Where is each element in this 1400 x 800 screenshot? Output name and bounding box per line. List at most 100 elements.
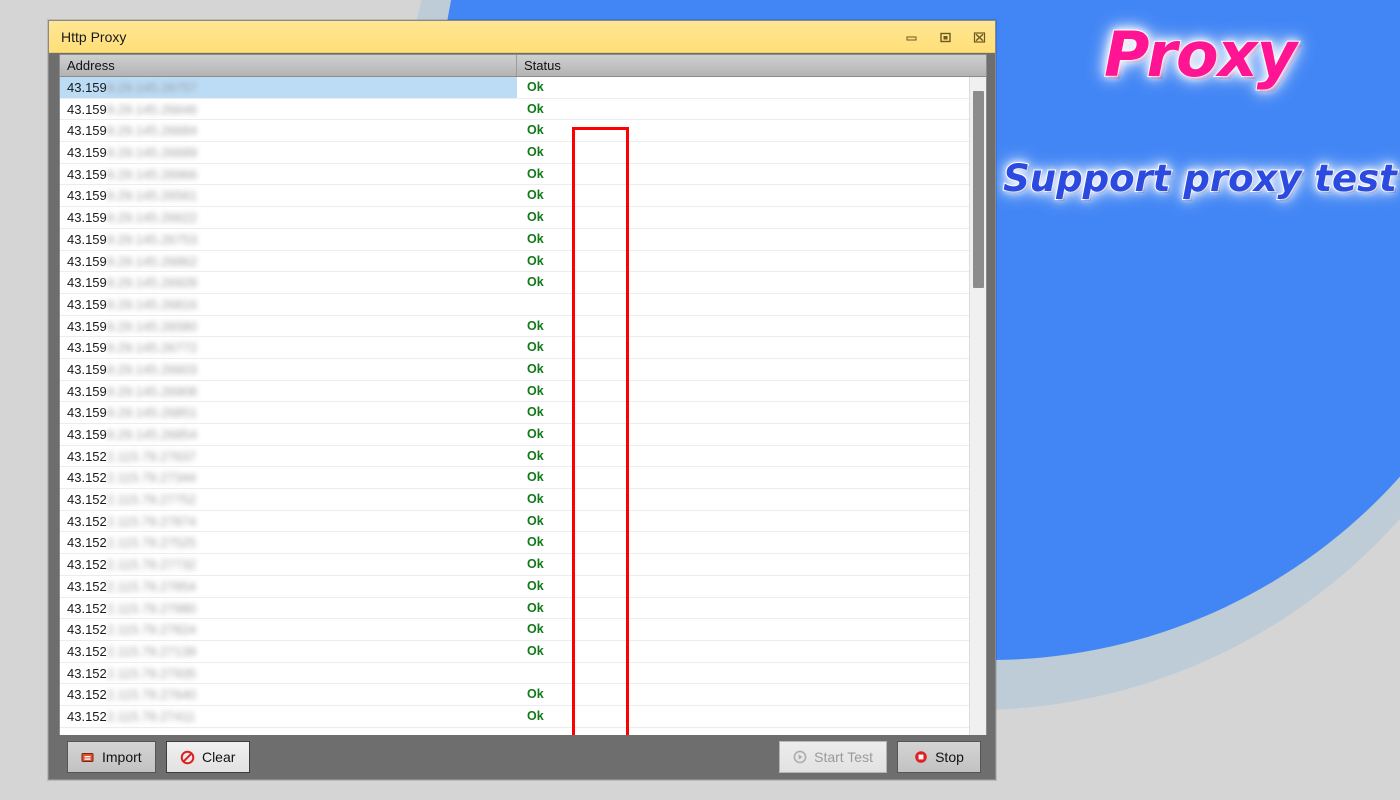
cell-address: 43.1599.29.145.26816	[60, 294, 517, 315]
table-row[interactable]: 43.1522.115.79.27139 Ok	[60, 641, 970, 663]
stop-button[interactable]: Stop	[897, 741, 981, 773]
table-row[interactable]: 43.1599.29.145.26603 Ok	[60, 359, 970, 381]
table-row[interactable]: 43.1599.29.145.26622 Ok	[60, 207, 970, 229]
address-visible-prefix: 43.152	[67, 643, 107, 659]
table-row[interactable]: 43.1522.115.79.27824 Ok	[60, 619, 970, 641]
cell-status: Ok	[527, 318, 544, 333]
address-redacted-suffix: 9.29.145.26646	[106, 101, 198, 117]
address-visible-prefix: 43.159	[67, 383, 107, 399]
cell-status: Ok	[527, 123, 544, 138]
address-redacted-suffix: 2.115.79.27874	[106, 513, 197, 529]
cell-status: Ok	[527, 80, 544, 94]
address-redacted-suffix: 9.29.145.26753	[106, 231, 198, 247]
cell-status: Ok	[527, 622, 544, 637]
table-row[interactable]: 43.1522.115.79.27854 Ok	[60, 576, 970, 598]
address-visible-prefix: 43.159	[67, 145, 107, 161]
table-row[interactable]: 43.1522.115.79.27752 Ok	[60, 489, 970, 511]
import-button[interactable]: Import	[67, 741, 156, 773]
table-row[interactable]: 43.1522.115.79.27935	[60, 663, 970, 685]
address-visible-prefix: 43.159	[67, 427, 107, 442]
cell-address: 43.1522.115.79.27980	[60, 598, 517, 619]
cell-address: 43.1599.29.145.26561	[60, 185, 517, 206]
table-row[interactable]: 43.1599.29.145.26966 Ok	[60, 164, 970, 186]
cell-address: 43.1599.29.145.26757	[60, 77, 517, 98]
window-title: Http Proxy	[61, 28, 127, 45]
cell-status: Ok	[527, 600, 544, 615]
table-row[interactable]: 43.1522.115.79.27411 Ok	[60, 706, 970, 728]
table-row[interactable]: 43.1599.29.145.26908 Ok	[60, 381, 970, 403]
table-row[interactable]: 43.1599.29.145.26684 Ok	[60, 120, 970, 143]
minimize-icon[interactable]	[903, 29, 919, 45]
cell-address: 43.1599.29.145.26753	[60, 229, 517, 250]
address-redacted-suffix: 2.115.79.27344	[106, 470, 197, 486]
address-visible-prefix: 43.159	[67, 80, 107, 95]
table-row[interactable]: 43.1599.29.145.26689 Ok	[60, 142, 970, 164]
cell-status: Ok	[527, 275, 544, 290]
address-redacted-suffix: 9.29.145.26908	[106, 383, 198, 399]
address-visible-prefix: 43.152	[67, 448, 107, 464]
cell-address: 43.1599.29.145.26908	[60, 381, 517, 402]
cell-status: Ok	[527, 101, 544, 116]
address-visible-prefix: 43.152	[67, 665, 107, 681]
column-header-address[interactable]: Address	[60, 55, 517, 76]
window-footer: Import Clear Start Test Stop	[49, 735, 995, 779]
table-row[interactable]: 43.1599.29.145.26646 Ok	[60, 99, 970, 121]
maximize-icon[interactable]	[937, 29, 953, 45]
address-redacted-suffix: 9.29.145.26851	[106, 405, 198, 421]
close-icon[interactable]	[971, 29, 987, 45]
window-titlebar[interactable]: Http Proxy	[49, 21, 995, 53]
table-row[interactable]: 43.1599.29.145.26580 Ok	[60, 316, 970, 338]
start-test-button[interactable]: Start Test	[779, 741, 887, 773]
cell-status	[517, 663, 970, 684]
cell-address: 43.1522.115.79.27344	[60, 467, 517, 488]
cell-address: 43.1599.29.145.26862	[60, 251, 517, 272]
address-visible-prefix: 43.152	[67, 557, 107, 573]
table-row[interactable]: 43.1522.115.79.27874 Ok	[60, 511, 970, 533]
list-body[interactable]: 43.1599.29.145.26757 Ok 43.1599.29.145.266…	[60, 77, 970, 735]
cell-address: 43.1599.29.145.26580	[60, 316, 517, 337]
cell-status: Ok	[527, 188, 544, 203]
clear-button-label: Clear	[201, 749, 236, 765]
table-row[interactable]: 43.1599.29.145.26753 Ok	[60, 229, 970, 251]
table-row[interactable]: 43.1599.29.145.26772 Ok	[60, 337, 970, 359]
table-row[interactable]: 43.1522.115.79.27732 Ok	[60, 554, 970, 576]
table-row[interactable]: 43.1599.29.145.26862 Ok	[60, 251, 970, 273]
table-row[interactable]: 43.1522.115.79.27637 Ok	[60, 446, 970, 468]
cell-address: 43.1599.29.145.26928	[60, 272, 517, 293]
list-scrollbar[interactable]	[969, 77, 986, 735]
scrollbar-thumb[interactable]	[973, 91, 984, 288]
address-redacted-suffix: 9.29.145.26816	[106, 296, 198, 312]
address-visible-prefix: 43.152	[67, 687, 107, 703]
table-row[interactable]: 43.1522.115.79.27980 Ok	[60, 598, 970, 620]
address-redacted-suffix: 2.115.79.27935	[106, 665, 197, 681]
address-redacted-suffix: 2.115.79.27139	[106, 643, 197, 659]
address-visible-prefix: 43.152	[67, 600, 107, 616]
address-visible-prefix: 43.159	[67, 253, 107, 269]
table-row[interactable]: 43.1522.115.79.27344 Ok	[60, 467, 970, 490]
table-row[interactable]: 43.1599.29.145.26854 Ok	[60, 424, 970, 446]
stop-icon	[914, 750, 928, 764]
cell-status: Ok	[527, 405, 544, 420]
table-row[interactable]: 43.1599.29.145.26757 Ok	[60, 77, 970, 99]
cell-status: Ok	[527, 557, 544, 572]
clear-button[interactable]: Clear	[165, 741, 250, 773]
cell-status: Ok	[527, 535, 544, 550]
column-header-status[interactable]: Status	[517, 55, 972, 76]
cell-status: Ok	[527, 361, 544, 376]
cell-address: 43.1522.115.79.27752	[60, 489, 517, 510]
table-row[interactable]: 43.1599.29.145.26851 Ok	[60, 402, 970, 424]
cell-status: Ok	[527, 448, 544, 463]
address-redacted-suffix: 2.115.79.27854	[106, 578, 197, 594]
table-row[interactable]: 43.1522.115.79.27640 Ok	[60, 684, 970, 706]
table-row[interactable]: 43.1599.29.145.26816	[60, 294, 970, 316]
cell-address: 43.1522.115.79.27935	[60, 663, 517, 684]
address-visible-prefix: 43.152	[67, 492, 107, 508]
cell-status: Ok	[527, 492, 544, 507]
table-row[interactable]: 43.1522.115.79.27525 Ok	[60, 532, 970, 555]
table-row[interactable]: 43.1599.29.145.26561 Ok	[60, 185, 970, 208]
cell-address: 43.1599.29.145.26684	[60, 120, 517, 141]
cell-status: Ok	[527, 253, 544, 268]
cell-status: Ok	[527, 383, 544, 398]
table-row[interactable]: 43.1599.29.145.26928 Ok	[60, 272, 970, 294]
promo-text-block: Proxy Support proxy test	[1000, 0, 1400, 300]
